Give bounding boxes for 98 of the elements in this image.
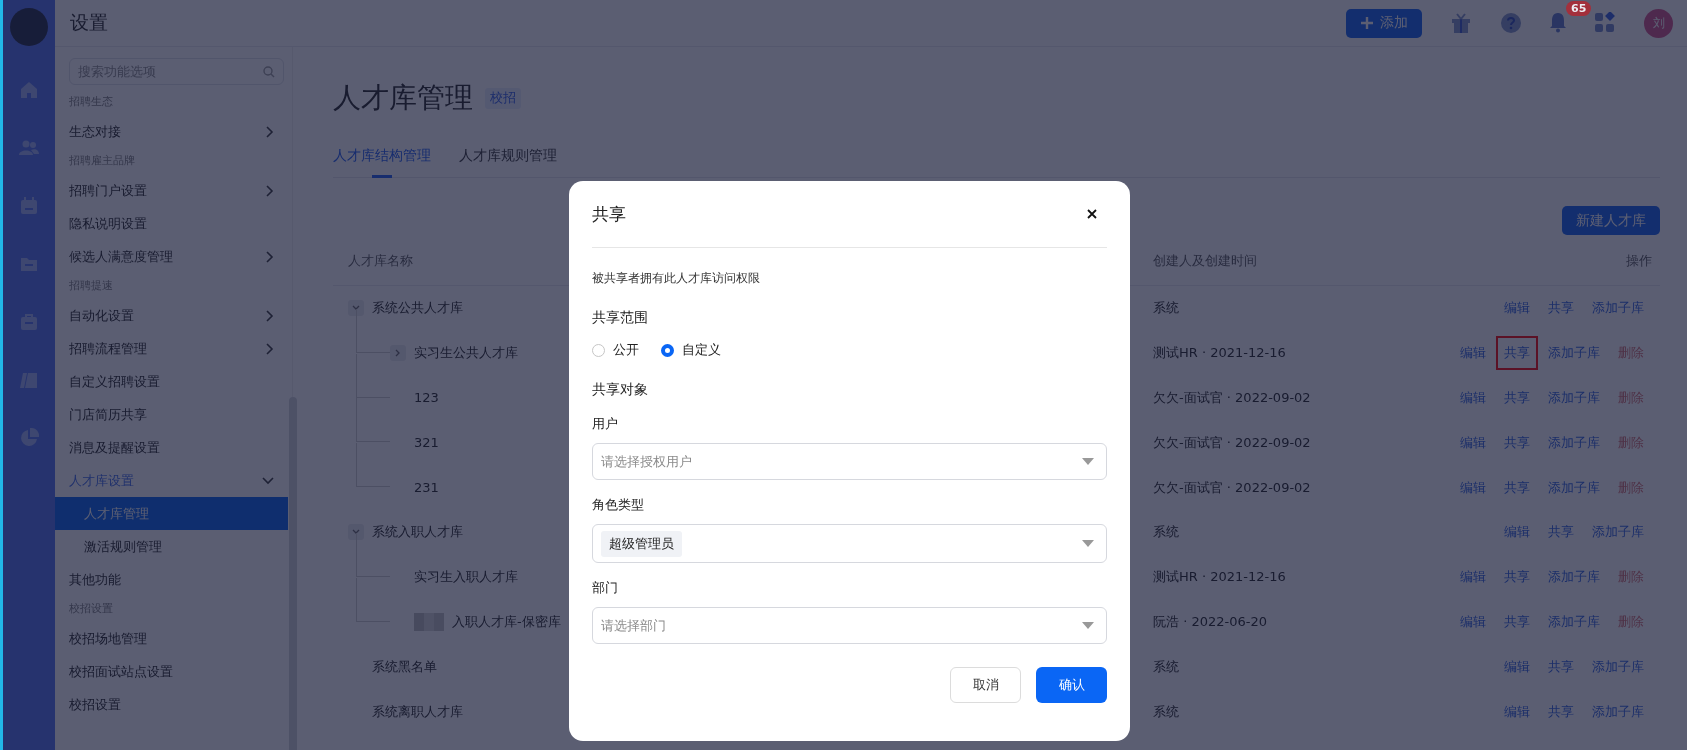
action-link[interactable]: 编辑 — [1452, 336, 1494, 371]
action-link[interactable]: 编辑 — [1496, 291, 1538, 326]
action-link[interactable]: 共享 — [1540, 291, 1582, 326]
section-title: 共享范围 — [592, 309, 649, 327]
dialog-description: 被共享者拥有此人才库访问权限 — [592, 270, 761, 287]
page-title: 人才库管理 — [333, 80, 473, 116]
tab[interactable]: 人才库结构管理 — [333, 147, 431, 178]
dropdown-caret-icon — [1082, 458, 1094, 465]
select-field[interactable]: 超级管理员 — [592, 524, 1107, 563]
action-link[interactable]: 共享 — [1496, 604, 1538, 639]
action-link[interactable]: 共享 — [1496, 381, 1538, 415]
action-link[interactable]: 共享 — [1540, 694, 1582, 729]
action-link[interactable]: 编辑 — [1452, 425, 1494, 460]
sidebar-item-label: 招聘流程管理 — [69, 339, 147, 358]
library-name: 系统入职人才库 — [372, 523, 463, 542]
field-label: 角色类型 — [592, 496, 645, 514]
creator-cell-text: 系统 — [1153, 657, 1180, 676]
action-link[interactable]: 添加子库 — [1584, 515, 1652, 550]
library-name: 实习生公共人才库 — [414, 344, 518, 363]
library-name: 系统公共人才库 — [372, 299, 463, 318]
action-link[interactable]: 编辑 — [1452, 604, 1494, 639]
library-name: 系统离职人才库 — [372, 702, 463, 721]
dropdown-caret-icon — [1082, 622, 1094, 629]
page-header-title: 设置 — [70, 10, 108, 35]
action-link[interactable]: 编辑 — [1452, 470, 1494, 505]
sidebar-item[interactable]: 消息及提醒设置 — [55, 431, 288, 464]
sidebar-item-label: 激活规则管理 — [84, 537, 162, 556]
sidebar-item-label: 隐私说明设置 — [69, 214, 147, 233]
library-name: 231 — [414, 480, 439, 496]
action-link[interactable]: 添加子库 — [1540, 425, 1608, 460]
creator-cell-text: 系统 — [1153, 299, 1180, 318]
sidebar-item[interactable]: 校招场地管理 — [55, 622, 288, 655]
selected-tag: 超级管理员 — [601, 530, 682, 557]
field-label: 用户 — [592, 415, 619, 433]
creator-cell-text: 阮浩 · 2022-06-20 — [1153, 612, 1268, 631]
action-link[interactable]: 共享 — [1540, 649, 1582, 684]
sidebar-item-label: 自动化设置 — [69, 306, 134, 325]
creator-cell-text: 欠欠-面试官 · 2022-09-02 — [1153, 389, 1312, 407]
library-name: 123 — [414, 390, 439, 406]
sidebar-item[interactable]: 校招面试站点设置 — [55, 655, 288, 688]
sidebar-item-label: 自定义招聘设置 — [69, 372, 160, 391]
action-link[interactable]: 编辑 — [1452, 381, 1494, 415]
sidebar-item-label: 校招面试站点设置 — [69, 662, 173, 681]
radio-button[interactable] — [661, 343, 674, 357]
sidebar-item-label: 生态对接 — [69, 122, 121, 141]
action-link[interactable]: 添加子库 — [1540, 381, 1608, 415]
library-name: 入职人才库-保密库 — [452, 612, 561, 631]
creator-cell-text: 测试HR · 2021-12-16 — [1153, 568, 1287, 587]
action-link[interactable]: 共享 — [1496, 560, 1538, 595]
dialog-title: 共享 — [592, 202, 626, 226]
library-name: 321 — [414, 435, 439, 451]
action-link[interactable]: 共享 — [1540, 515, 1582, 550]
sidebar-item[interactable]: 自定义招聘设置 — [55, 365, 288, 398]
sidebar-item[interactable]: 隐私说明设置 — [55, 207, 288, 240]
library-name: 系统黑名单 — [372, 657, 437, 676]
sidebar-item[interactable]: 招聘流程管理 — [55, 332, 288, 365]
action-link[interactable]: 编辑 — [1496, 515, 1538, 550]
sidebar-item[interactable]: 激活规则管理 — [55, 530, 288, 563]
action-link[interactable]: 编辑 — [1452, 560, 1494, 595]
action-link[interactable]: 添加子库 — [1540, 604, 1608, 639]
cancel-button[interactable]: 取消 — [950, 667, 1021, 703]
radio-option[interactable]: 公开 — [592, 341, 639, 359]
sidebar-item[interactable]: 校招设置 — [55, 688, 288, 721]
sidebar-item[interactable]: 自动化设置 — [55, 299, 288, 332]
action-link[interactable]: 编辑 — [1496, 649, 1538, 684]
creator-cell-text: 系统 — [1153, 523, 1180, 542]
action-link[interactable]: 添加子库 — [1540, 336, 1608, 371]
sidebar-item[interactable]: 生态对接 — [55, 115, 288, 148]
section-title: 共享对象 — [592, 381, 649, 399]
action-link[interactable]: 添加子库 — [1584, 291, 1652, 326]
select-field[interactable]: 请选择部门 — [592, 607, 1107, 644]
select-field[interactable]: 请选择授权用户 — [592, 443, 1107, 480]
dropdown-caret-icon — [1082, 540, 1094, 547]
sidebar-item-label: 校招场地管理 — [69, 629, 147, 648]
close-icon[interactable] — [1085, 207, 1099, 221]
action-link[interactable]: 编辑 — [1496, 694, 1538, 729]
library-name: 实习生入职人才库 — [414, 568, 518, 587]
action-link[interactable]: 添加子库 — [1540, 470, 1608, 505]
notification-badge: 65 — [1566, 1, 1592, 16]
sidebar-item-label: 候选人满意度管理 — [69, 247, 173, 266]
sidebar-item-label: 校招设置 — [69, 695, 121, 714]
creator-cell-text: 系统 — [1153, 702, 1180, 721]
sidebar-item[interactable]: 候选人满意度管理 — [55, 240, 288, 273]
sidebar-item-label: 其他功能 — [69, 570, 121, 589]
action-link[interactable]: 共享 — [1496, 425, 1538, 460]
action-link[interactable]: 添加子库 — [1540, 560, 1608, 595]
field-label: 部门 — [592, 579, 619, 597]
sidebar-item-label: 消息及提醒设置 — [69, 438, 160, 457]
confirm-button[interactable]: 确认 — [1036, 667, 1107, 703]
action-link[interactable]: 添加子库 — [1584, 649, 1652, 684]
sidebar-item[interactable]: 其他功能 — [55, 563, 288, 596]
creator-cell-text: 测试HR · 2021-12-16 — [1153, 344, 1287, 363]
action-link[interactable]: 共享 — [1496, 470, 1538, 505]
radio-option[interactable]: 自定义 — [661, 341, 721, 359]
creator-cell-text: 欠欠-面试官 · 2022-09-02 — [1153, 478, 1312, 497]
sidebar-item-label: 人才库管理 — [84, 504, 149, 523]
action-link[interactable]: 添加子库 — [1584, 694, 1652, 729]
creator-cell-text: 欠欠-面试官 · 2022-09-02 — [1153, 433, 1312, 452]
